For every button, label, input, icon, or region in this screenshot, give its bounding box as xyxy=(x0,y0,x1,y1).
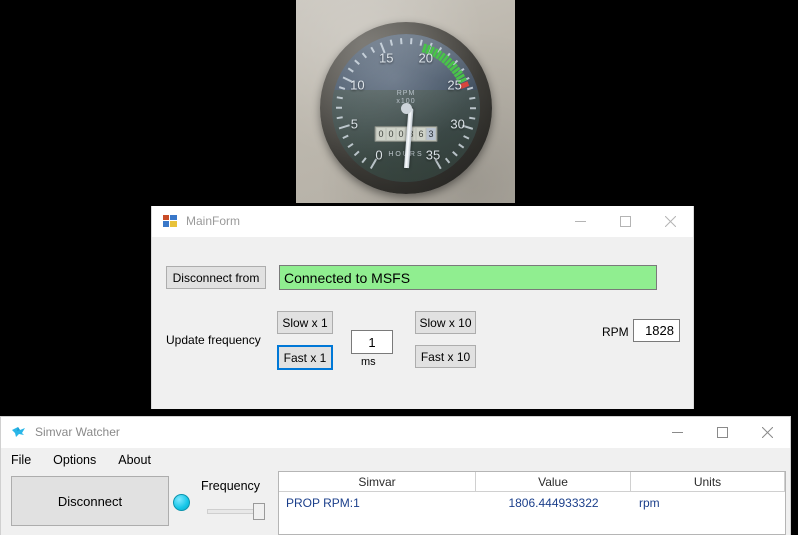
close-icon[interactable] xyxy=(648,206,693,237)
gauge-hub xyxy=(401,103,412,114)
update-frequency-label: Update frequency xyxy=(166,333,261,347)
connection-led-indicator xyxy=(173,494,190,511)
maximize-icon[interactable] xyxy=(603,206,648,237)
disconnect-from-button[interactable]: Disconnect from xyxy=(166,266,266,289)
visual-studio-form-icon xyxy=(162,213,178,229)
simvar-table: Simvar Value Units PROP RPM:1 1806.44493… xyxy=(278,471,786,535)
gauge-minor-tick xyxy=(336,107,406,109)
rpm-label: RPM xyxy=(602,325,629,339)
hour-meter-tenths-digit: 3 xyxy=(427,128,436,140)
simvar-watcher-window: Simvar Watcher File Options About Discon… xyxy=(0,416,791,535)
mainform-window: MainForm Disconnect from Connected to MS… xyxy=(151,206,694,409)
frequency-slider[interactable] xyxy=(207,503,265,520)
gauge-dial-number: 30 xyxy=(450,116,464,131)
simvar-titlebar[interactable]: Simvar Watcher xyxy=(1,417,790,448)
menu-item-about[interactable]: About xyxy=(118,453,151,467)
menu-item-options[interactable]: Options xyxy=(53,453,96,467)
hour-meter-digit: 0 xyxy=(387,128,396,140)
simvar-body: Disconnect Frequency Simvar Value Units … xyxy=(1,471,790,535)
gauge-dial-number: 20 xyxy=(418,50,432,65)
mainform-body: Disconnect from Connected to MSFS Update… xyxy=(152,237,693,409)
gauge-rpm-label: RPM xyxy=(332,90,480,98)
simvar-window-buttons xyxy=(655,417,790,448)
hour-meter-digit: 6 xyxy=(417,128,426,140)
slow-x1-button[interactable]: Slow x 1 xyxy=(277,311,333,334)
gauge-dial-number: 15 xyxy=(379,50,393,65)
gauge-face: 05101520253035 RPM x100 000363 HOURS xyxy=(332,34,480,182)
minimize-icon[interactable] xyxy=(558,206,603,237)
cell-simvar: PROP RPM:1 xyxy=(279,496,476,510)
slider-thumb[interactable] xyxy=(253,503,265,520)
simvar-title: Simvar Watcher xyxy=(35,425,120,439)
column-header-value[interactable]: Value xyxy=(476,472,631,491)
frequency-label: Frequency xyxy=(201,479,260,493)
menu-item-file[interactable]: File xyxy=(11,453,31,467)
hour-meter-digit: 0 xyxy=(397,128,406,140)
gauge-dial-number: 5 xyxy=(351,116,358,131)
mainform-titlebar[interactable]: MainForm xyxy=(152,206,693,237)
minimize-icon[interactable] xyxy=(655,417,700,448)
slow-x10-button[interactable]: Slow x 10 xyxy=(415,311,476,334)
connection-status-field: Connected to MSFS xyxy=(279,265,657,290)
interval-input[interactable]: 1 xyxy=(351,330,393,354)
disconnect-button[interactable]: Disconnect xyxy=(11,476,169,526)
rpm-value-field: 1828 xyxy=(633,319,680,342)
table-row[interactable]: PROP RPM:1 1806.444933322 rpm xyxy=(279,492,785,514)
cell-value: 1806.444933322 xyxy=(476,496,631,510)
tachometer-photo: 05101520253035 RPM x100 000363 HOURS xyxy=(296,0,515,203)
screen-root: 05101520253035 RPM x100 000363 HOURS xyxy=(0,0,798,535)
cell-units: rpm xyxy=(631,496,785,510)
fast-x10-button[interactable]: Fast x 10 xyxy=(415,345,476,368)
maximize-icon[interactable] xyxy=(700,417,745,448)
table-header-row: Simvar Value Units xyxy=(279,472,785,492)
close-icon[interactable] xyxy=(745,417,790,448)
gauge-bezel: 05101520253035 RPM x100 000363 HOURS xyxy=(320,22,492,194)
hour-meter-digit: 0 xyxy=(377,128,386,140)
blue-bird-icon xyxy=(11,424,27,440)
fast-x1-button[interactable]: Fast x 1 xyxy=(277,345,333,370)
column-header-units[interactable]: Units xyxy=(631,472,785,491)
interval-units-label: ms xyxy=(361,356,376,368)
column-header-simvar[interactable]: Simvar xyxy=(279,472,476,491)
mainform-window-buttons xyxy=(558,206,693,237)
mainform-title: MainForm xyxy=(186,214,240,228)
simvar-menubar: File Options About xyxy=(1,448,790,471)
